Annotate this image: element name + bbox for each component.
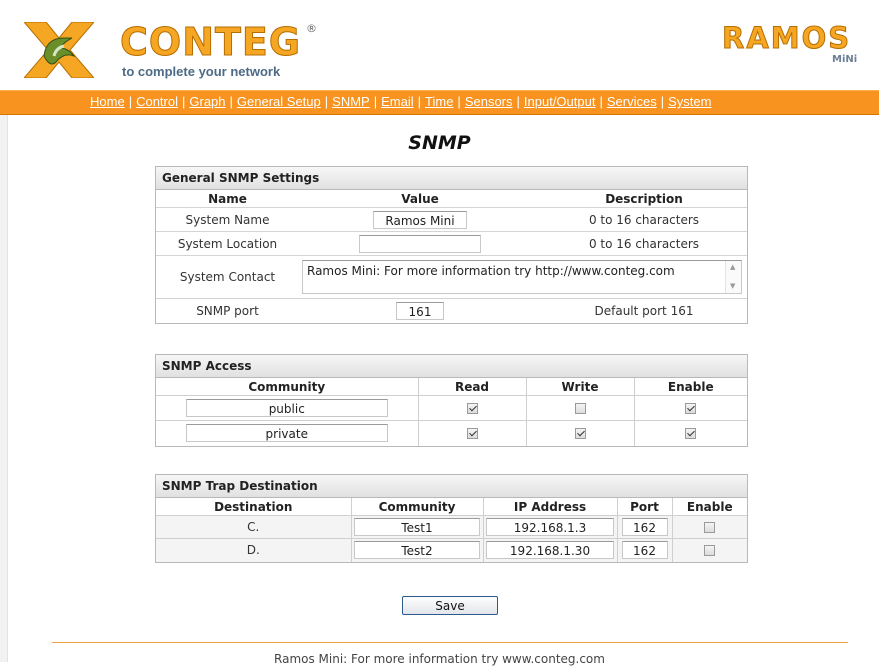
page-header: CONTEG ® to complete your network RAMOS … <box>0 0 879 90</box>
scroll-down-icon[interactable]: ▼ <box>730 282 735 290</box>
snmp-port-desc: Default port 161 <box>541 298 747 323</box>
access-row: private <box>156 420 747 446</box>
col-value-header: Value <box>401 191 439 206</box>
trap-row: D. Test2 192.168.1.30 162 <box>156 538 747 562</box>
read-checkbox[interactable] <box>466 403 478 414</box>
trap-port-input[interactable]: 162 <box>621 518 668 536</box>
trap-enable-checkbox[interactable] <box>704 545 716 557</box>
nav-control[interactable]: Control <box>136 94 178 109</box>
trap-community-input[interactable]: Test2 <box>354 541 480 560</box>
system-name-input[interactable]: Ramos Mini <box>373 210 467 229</box>
nav-general-setup[interactable]: General Setup <box>237 94 321 109</box>
nav-email[interactable]: Email <box>381 94 414 109</box>
col-port-header: Port <box>617 498 673 516</box>
conteg-logo-text: CONTEG <box>119 20 302 65</box>
col-write-header: Write <box>526 378 635 396</box>
trap-row: C. Test1 192.168.1.3 162 <box>156 515 747 539</box>
general-settings-panel: General SNMP Settings Name Value Descrip… <box>155 166 748 324</box>
col-read-header: Read <box>418 378 527 396</box>
destination-label: C. <box>156 515 352 539</box>
nav-input-output[interactable]: Input/Output <box>524 94 596 109</box>
nav-home[interactable]: Home <box>90 94 125 109</box>
trap-enable-checkbox[interactable] <box>704 522 716 533</box>
snmp-port-input[interactable]: 161 <box>396 301 444 320</box>
main-nav: Home | Control | Graph | General Setup | SNMP | Em… <box>0 90 879 115</box>
col-community-header: Community <box>156 378 419 396</box>
snmp-access-title: SNMP Access <box>156 355 747 378</box>
access-row: public <box>156 395 747 421</box>
write-checkbox[interactable] <box>574 403 586 414</box>
conteg-x-logo-icon <box>24 22 94 78</box>
nav-sensors[interactable]: Sensors <box>465 94 513 109</box>
footer-divider <box>52 642 848 643</box>
community-input[interactable]: public <box>185 399 388 417</box>
trap-port-input[interactable]: 162 <box>621 541 668 560</box>
system-contact-value: Ramos Mini: For more information try htt… <box>307 264 675 278</box>
snmp-port-label: SNMP port <box>156 298 299 323</box>
left-edge-bar <box>0 90 8 662</box>
system-name-desc: 0 to 16 characters <box>541 207 747 232</box>
nav-services[interactable]: Services <box>607 94 657 109</box>
system-contact-label: System Contact <box>156 255 299 299</box>
ramos-logo-text: RAMOS <box>721 21 852 55</box>
registered-mark: ® <box>306 22 317 35</box>
enable-checkbox[interactable] <box>685 403 697 414</box>
page-title: SNMP <box>408 132 471 154</box>
col-destination-header: Destination <box>156 498 352 516</box>
col-enable-header: Enable <box>672 498 747 516</box>
write-checkbox[interactable] <box>574 428 586 440</box>
ip-address-input[interactable]: 192.168.1.3 <box>486 518 614 536</box>
system-location-input[interactable] <box>359 234 481 253</box>
conteg-tagline: to complete your network <box>122 64 281 79</box>
system-location-desc: 0 to 16 characters <box>541 231 747 256</box>
destination-label: D. <box>156 538 352 562</box>
read-checkbox[interactable] <box>466 428 478 440</box>
nav-system[interactable]: System <box>668 94 711 109</box>
nav-snmp[interactable]: SNMP <box>332 94 370 109</box>
ip-address-input[interactable]: 192.168.1.30 <box>486 541 614 560</box>
textarea-scrollbar[interactable]: ▲ ▼ <box>725 261 741 293</box>
col-description-header: Description <box>605 191 683 206</box>
mini-logo-text: MiNi <box>832 54 858 65</box>
trap-community-input[interactable]: Test1 <box>354 518 480 536</box>
enable-checkbox[interactable] <box>685 428 697 440</box>
save-button[interactable]: Save <box>402 596 498 615</box>
footer-text: Ramos Mini: For more information try www… <box>274 652 605 666</box>
col-name-header: Name <box>208 191 247 206</box>
system-name-label: System Name <box>156 207 299 232</box>
col-enable-header: Enable <box>634 378 747 396</box>
ramos-mini-logo: RAMOS MiNi <box>721 21 872 74</box>
general-settings-title: General SNMP Settings <box>156 167 747 190</box>
trap-destination-title: SNMP Trap Destination <box>156 475 747 498</box>
col-community-header: Community <box>351 498 484 516</box>
scroll-up-icon[interactable]: ▲ <box>730 263 735 271</box>
trap-destination-panel: SNMP Trap Destination Destination Commun… <box>155 474 748 563</box>
community-input[interactable]: private <box>185 424 388 443</box>
nav-graph[interactable]: Graph <box>189 94 225 109</box>
system-contact-textarea[interactable]: Ramos Mini: For more information try htt… <box>302 260 742 294</box>
system-location-label: System Location <box>156 231 299 256</box>
snmp-access-panel: SNMP Access Community Read Write Enable … <box>155 354 748 447</box>
nav-time[interactable]: Time <box>425 94 453 109</box>
col-ip-header: IP Address <box>483 498 618 516</box>
